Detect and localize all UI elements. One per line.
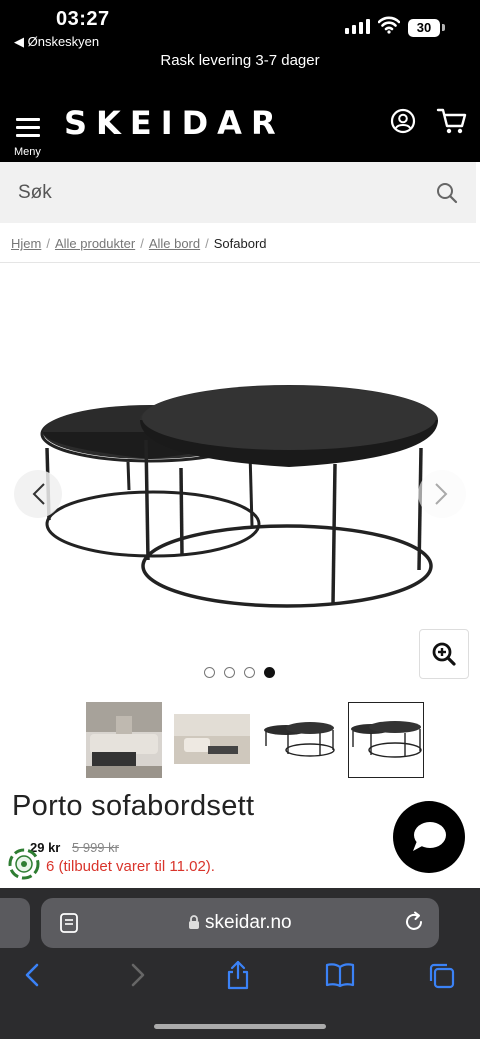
gallery-dot[interactable] — [244, 667, 255, 678]
bookmarks-icon[interactable] — [325, 962, 355, 988]
breadcrumb-link-all-tables[interactable]: Alle bord — [149, 236, 200, 251]
zoom-button[interactable] — [419, 629, 469, 679]
status-time: 03:27 — [56, 8, 110, 30]
chat-button[interactable] — [393, 801, 465, 873]
site-logo[interactable]: SKEIDAR — [64, 104, 285, 142]
gallery-dot[interactable] — [204, 667, 215, 678]
menu-button[interactable]: Meny — [12, 108, 46, 158]
eco-badge-icon[interactable] — [8, 848, 40, 880]
gallery-next-button[interactable] — [418, 470, 466, 518]
thumbnail-image — [86, 702, 162, 778]
thumbnail-4-selected[interactable] — [348, 702, 424, 778]
search-input[interactable]: Søk — [18, 182, 52, 204]
thumbnail-image — [174, 702, 250, 778]
thumbnail-2[interactable] — [174, 702, 250, 778]
thumbnail-image — [262, 702, 338, 778]
battery-tip — [442, 24, 445, 31]
address-bar[interactable]: skeidar.no — [41, 898, 439, 948]
chat-bubble-icon — [413, 822, 446, 851]
reload-icon[interactable] — [403, 911, 425, 933]
cellular-signal-icon — [345, 19, 370, 34]
product-image[interactable] — [0, 264, 480, 694]
breadcrumb: Hjem / Alle produkter / Alle bord / Sofabord — [11, 236, 267, 251]
promo-banner: Rask levering 3-7 dager — [160, 52, 320, 69]
gallery-dot[interactable] — [224, 667, 235, 678]
search-bar[interactable]: Søk — [0, 162, 476, 223]
status-bar: 03:27 ◀ Ønskeskyen 30 Rask levering 3-7 … — [0, 0, 480, 100]
zoom-in-icon — [432, 642, 456, 666]
breadcrumb-link-home[interactable]: Hjem — [11, 236, 41, 251]
offer-text: 6 (tilbudet varer til 11.02). — [46, 858, 215, 875]
share-icon[interactable] — [225, 960, 251, 990]
battery-icon: 30 — [408, 19, 440, 37]
search-icon[interactable] — [436, 182, 458, 204]
cart-icon[interactable] — [436, 106, 468, 136]
chevron-left-icon — [32, 483, 45, 505]
thumbnail-1[interactable] — [86, 702, 162, 778]
url-text: skeidar.no — [205, 912, 292, 933]
gallery-prev-button[interactable] — [14, 470, 62, 518]
account-icon[interactable] — [390, 108, 416, 134]
back-arrow-icon[interactable] — [22, 962, 44, 988]
tabs-icon[interactable] — [428, 962, 456, 990]
breadcrumb-separator: / — [140, 236, 144, 251]
back-to-app-link[interactable]: ◀ Ønskeskyen — [14, 34, 99, 50]
gallery-pagination — [204, 667, 275, 678]
chevron-right-icon — [435, 483, 448, 505]
site-header: Meny SKEIDAR — [0, 100, 480, 162]
wifi-icon — [378, 16, 400, 34]
breadcrumb-separator: / — [46, 236, 50, 251]
lock-icon — [189, 915, 199, 929]
product-old-price: 5 999 kr — [72, 840, 119, 855]
thumbnail-image — [349, 703, 423, 777]
forward-arrow-icon[interactable] — [126, 962, 148, 988]
breadcrumb-link-all-products[interactable]: Alle produkter — [55, 236, 135, 251]
previous-tab-edge[interactable] — [0, 898, 30, 948]
browser-toolbar: skeidar.no — [0, 888, 480, 1039]
divider — [0, 262, 480, 263]
menu-label: Meny — [14, 146, 41, 158]
breadcrumb-current: Sofabord — [213, 236, 267, 251]
home-indicator[interactable] — [154, 1024, 326, 1029]
breadcrumb-separator: / — [205, 236, 209, 251]
product-title: Porto sofabordsett — [12, 790, 255, 822]
reader-icon[interactable] — [59, 912, 79, 934]
thumbnail-3[interactable] — [262, 702, 338, 778]
gallery-dot-active[interactable] — [264, 667, 275, 678]
